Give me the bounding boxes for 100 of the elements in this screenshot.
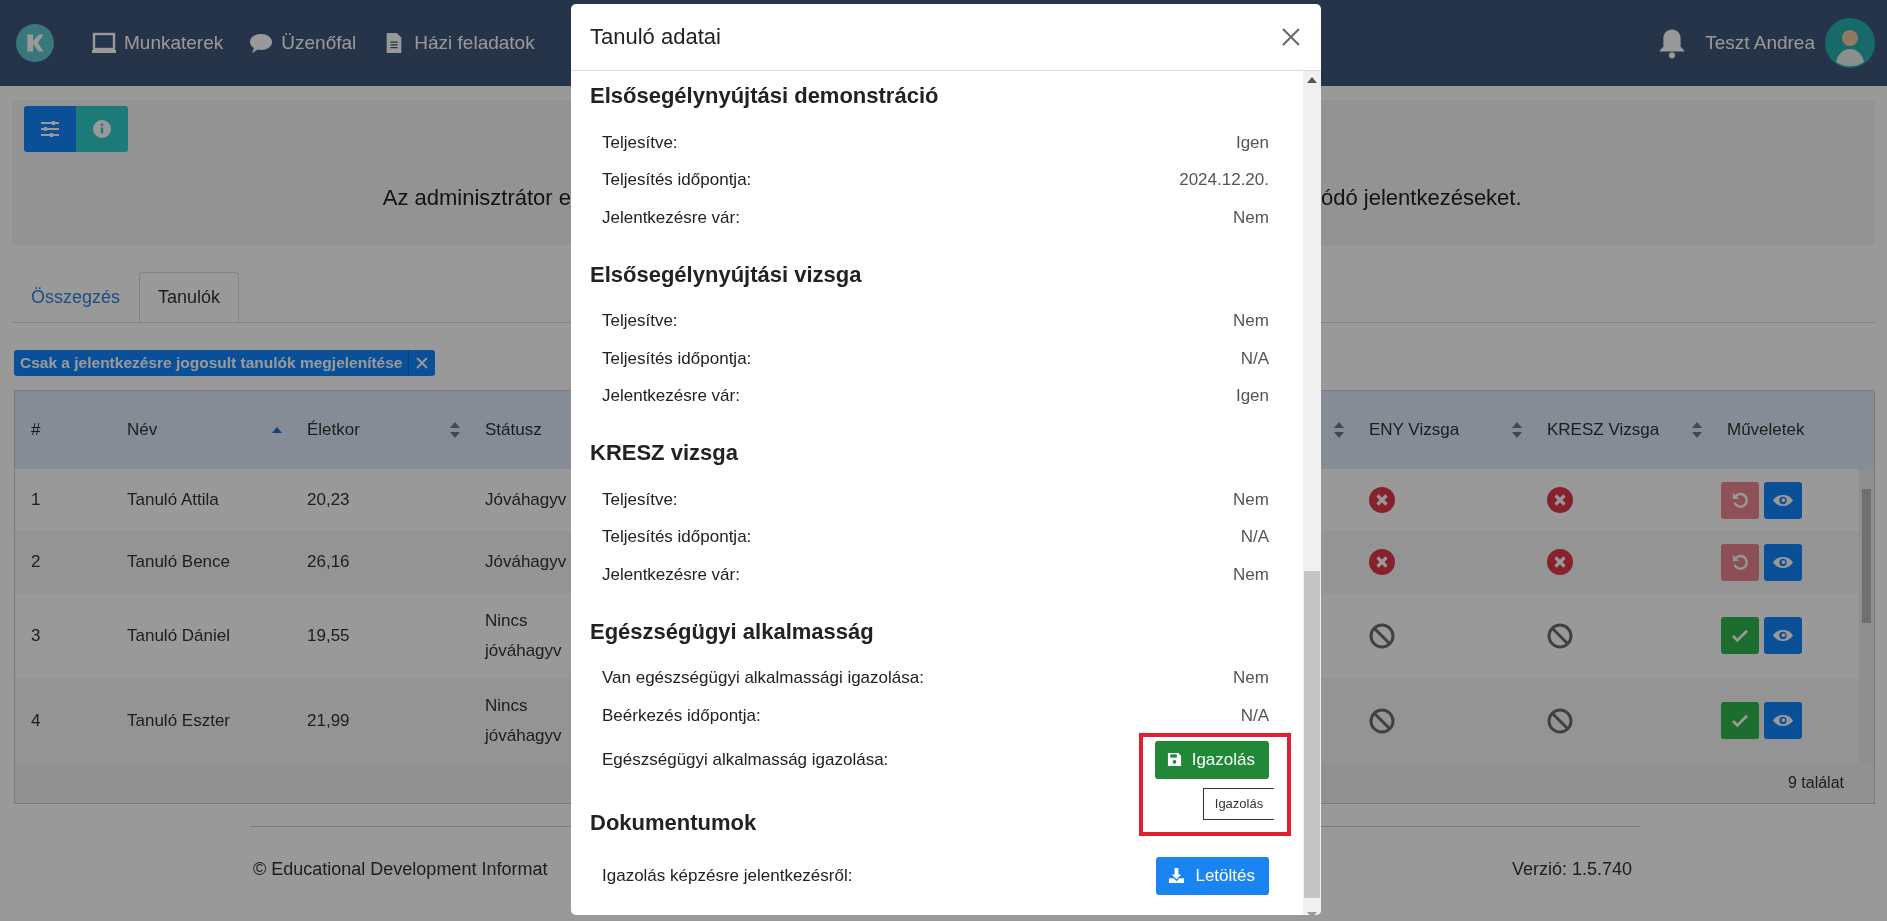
column-header[interactable]: Név — [127, 420, 158, 440]
eye-icon — [1772, 493, 1794, 507]
save-button[interactable]: Igazolás — [1154, 740, 1269, 779]
view-button[interactable] — [1764, 617, 1802, 654]
field-label: Jelentkezésre vár: — [602, 386, 740, 407]
section-heading: KRESZ vizsga — [590, 439, 739, 467]
table-cell: Tanuló Bence — [127, 552, 231, 572]
table-cell-text: Jóváhagyv — [485, 489, 567, 512]
table-cell-text: Nincs jóváhagyv — [485, 609, 563, 662]
section-heading: Dokumentumok — [590, 808, 758, 837]
table-cell-text: Jóváhagyv — [485, 551, 567, 574]
field-value: 2024.12.20. — [1179, 170, 1269, 191]
check-icon — [1731, 713, 1749, 728]
field-label: Jelentkezésre vár: — [602, 564, 740, 585]
field-label: Teljesítés időpontja: — [602, 527, 752, 548]
scroll-up-icon[interactable] — [1307, 77, 1317, 83]
field-value: Igen — [1235, 386, 1269, 407]
field-label: Jelentkezésre vár: — [602, 207, 740, 228]
prohibited-icon — [1547, 622, 1573, 649]
field-value: Nem — [1233, 564, 1269, 585]
failed-icon — [1547, 487, 1573, 513]
field-value: Igen — [1235, 132, 1269, 153]
filter-chip[interactable]: Csak a jelentkezésre jogosult tanulók megjelenítése — [14, 350, 436, 376]
table-cell: 4 — [31, 710, 41, 731]
speech-bubble-icon — [249, 32, 274, 54]
table-cell: 3 — [31, 625, 41, 646]
tab[interactable]: Tanulók — [139, 272, 240, 322]
column-header[interactable]: ENY Vizsga — [1369, 420, 1460, 440]
field-value: Nem — [1233, 311, 1269, 332]
copyright-text: © Educational Development Informat — [253, 859, 548, 879]
tab[interactable]: Összegzés — [12, 272, 140, 322]
view-button[interactable] — [1764, 481, 1802, 519]
avatar-icon[interactable] — [1825, 18, 1875, 68]
prohibited-icon — [1547, 707, 1573, 734]
sort-icon[interactable] — [1691, 421, 1703, 439]
field-value: N/A — [1240, 705, 1269, 726]
nav-link[interactable]: Munkaterek — [92, 32, 224, 54]
scrollbar[interactable] — [1303, 71, 1321, 915]
info-icon — [93, 120, 111, 138]
prohibited-icon — [1369, 707, 1395, 734]
dialog-title: Tanuló adatai — [590, 24, 721, 50]
version-text: Verzió: 1.5.740 — [1512, 859, 1633, 879]
result-count: 9 találat — [1787, 774, 1844, 792]
sliders-icon — [40, 120, 60, 138]
field-label: Beérkezés időpontja: — [602, 705, 761, 726]
nav-link[interactable]: Házi feladatok — [382, 32, 535, 54]
field-value: Nem — [1233, 668, 1269, 689]
field-label: Igazolás képzésre jelentkezésről: — [602, 865, 853, 886]
monitor-icon — [92, 32, 116, 54]
field-label: Teljesítve: — [602, 489, 678, 510]
prohibited-icon — [1369, 622, 1395, 649]
column-header[interactable]: # — [31, 420, 41, 440]
field-label: Van egészségügyi alkalmassági igazolása: — [602, 668, 924, 689]
table-cell: Tanuló Eszter — [127, 710, 230, 731]
column-header[interactable]: KRESZ Vizsga — [1547, 420, 1660, 440]
field-value: N/A — [1240, 348, 1269, 369]
approve-button[interactable] — [1721, 702, 1759, 739]
download-button[interactable]: Letöltés — [1156, 856, 1269, 895]
table-cell: 19,55 — [307, 625, 350, 646]
nav-link[interactable]: Üzenőfal — [249, 32, 357, 54]
column-header[interactable]: Életkor — [307, 420, 360, 440]
field-label: Egészségügyi alkalmasság igazolása: — [602, 749, 889, 770]
check-icon — [1731, 628, 1749, 643]
close-icon[interactable] — [1281, 27, 1301, 47]
sort-icon[interactable] — [449, 421, 461, 439]
table-cell: Tanuló Dániel — [127, 625, 230, 646]
logo-icon[interactable] — [16, 24, 54, 62]
notice-text: ódó jelentkezéseket. — [1321, 185, 1522, 210]
table-cell: 20,23 — [307, 490, 350, 510]
failed-icon — [1369, 487, 1395, 513]
download-icon — [1168, 867, 1186, 884]
user-name[interactable]: Teszt Andrea — [1705, 32, 1815, 54]
failed-icon — [1547, 549, 1573, 575]
field-label: Teljesítve: — [602, 311, 678, 332]
approve-button[interactable] — [1721, 617, 1759, 654]
field-label: Teljesítés időpontja: — [602, 348, 752, 369]
filter-settings-button[interactable] — [24, 106, 76, 152]
view-button[interactable] — [1764, 543, 1802, 581]
table-cell: Tanuló Attila — [127, 490, 219, 510]
section-heading: Elsősegélynyújtási demonstráció — [590, 82, 940, 110]
view-button[interactable] — [1764, 702, 1802, 739]
tooltip: Igazolás — [1203, 787, 1274, 820]
sort-icon[interactable] — [1333, 421, 1345, 439]
table-cell: 1 — [31, 490, 41, 510]
table-cell-text: Nincs jóváhagyv — [485, 694, 563, 747]
column-header[interactable]: Műveletek — [1727, 420, 1805, 440]
failed-icon — [1369, 549, 1395, 575]
notice-text: Az adminisztrátor e — [382, 185, 571, 211]
sort-icon[interactable] — [1511, 421, 1523, 439]
column-header[interactable]: Státusz — [485, 420, 542, 440]
eye-icon — [1772, 629, 1794, 642]
eye-icon — [1772, 714, 1794, 727]
field-label: Teljesítve: — [602, 132, 678, 153]
close-icon — [416, 357, 429, 369]
table-cell: 26,16 — [307, 552, 350, 572]
eye-icon — [1772, 555, 1794, 569]
section-heading: Elsősegélynyújtási vizsga — [590, 260, 863, 289]
info-button[interactable] — [76, 106, 128, 152]
table-cell: 21,99 — [307, 710, 350, 731]
field-label: Teljesítés időpontja: — [602, 170, 752, 191]
